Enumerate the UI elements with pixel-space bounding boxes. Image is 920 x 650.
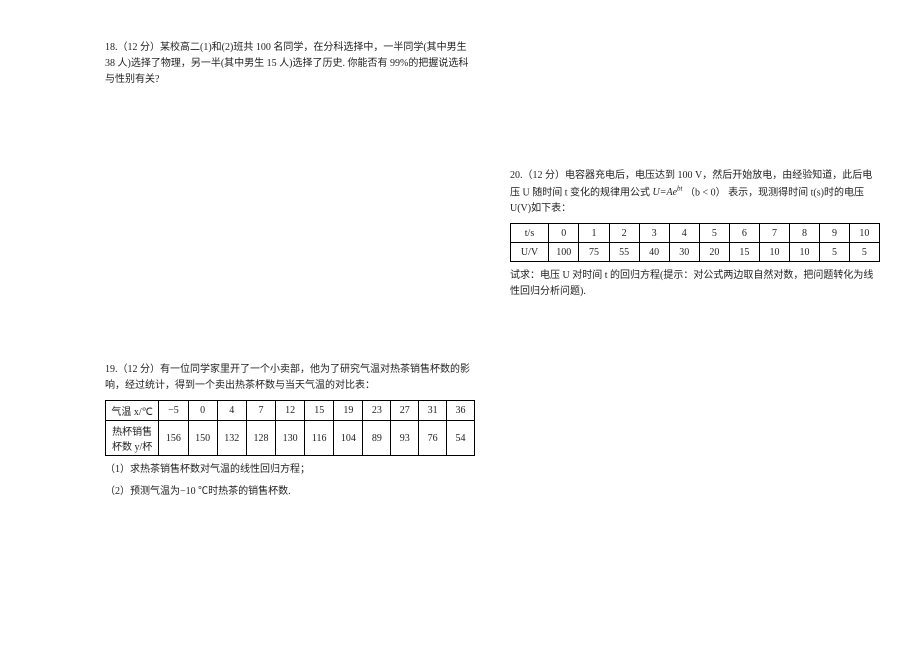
q20-cell: 5 xyxy=(820,243,850,262)
q20-row2-label: U/V xyxy=(511,243,549,262)
q20-cell: 10 xyxy=(849,224,879,243)
q19-cell: 89 xyxy=(363,421,391,456)
q20-cell: 0 xyxy=(549,224,579,243)
question-19: 19.（12 分）有一位同学家里开了一个小卖部，他为了研究气温对热茶销售杯数的影… xyxy=(105,362,475,506)
q20-outro: 试求：电压 U 对时间 t 的回归方程(提示：对公式两边取自然对数，把问题转化为… xyxy=(510,268,880,300)
q19-cell: 36 xyxy=(447,401,475,421)
q20-formula-post: （b < 0） xyxy=(685,187,726,198)
q19-cell: 116 xyxy=(305,421,334,456)
q20-cell: 40 xyxy=(639,243,669,262)
q20-cell: 1 xyxy=(579,224,609,243)
q19-cell: 130 xyxy=(276,421,305,456)
q19-cell: 0 xyxy=(188,401,217,421)
question-18: 18.（12 分）某校高二(1)和(2)班共 100 名同学，在分科选择中，一半… xyxy=(105,40,475,94)
q20-row1-label: t/s xyxy=(511,224,549,243)
q20-cell: 6 xyxy=(729,224,759,243)
q20-formula-pre: U=Ae xyxy=(653,187,678,198)
q20-cell: 15 xyxy=(729,243,759,262)
q19-cell: 150 xyxy=(188,421,217,456)
q20-cell: 30 xyxy=(669,243,699,262)
q20-cell: 3 xyxy=(639,224,669,243)
q19-row2-label: 热杯销售杯数 y/杯 xyxy=(106,421,159,456)
q19-cell: 31 xyxy=(419,401,447,421)
q19-cell: 19 xyxy=(334,401,363,421)
q20-cell: 75 xyxy=(579,243,609,262)
q20-cell: 2 xyxy=(609,224,639,243)
q20-cell: 100 xyxy=(549,243,579,262)
q20-intro: 20.（12 分）电容器充电后，电压达到 100 V，然后开始放电，由经验知道，… xyxy=(510,168,880,217)
q19-cell: 128 xyxy=(246,421,275,456)
q20-cell: 9 xyxy=(820,224,850,243)
q19-cell: 4 xyxy=(217,401,246,421)
q19-sub2: （2）预测气温为−10 ℃时热茶的销售杯数. xyxy=(105,484,475,500)
table-row: t/s 0 1 2 3 4 5 6 7 8 9 10 xyxy=(511,224,880,243)
q20-cell: 8 xyxy=(790,224,820,243)
q20-cell: 10 xyxy=(759,243,789,262)
q19-cell: 27 xyxy=(391,401,419,421)
q20-cell: 10 xyxy=(790,243,820,262)
q19-cell: 23 xyxy=(363,401,391,421)
table-row: U/V 100 75 55 40 30 20 15 10 10 5 5 xyxy=(511,243,880,262)
table-row: 气温 x/℃ −5 0 4 7 12 15 19 23 27 31 36 xyxy=(106,401,475,421)
q19-intro: 19.（12 分）有一位同学家里开了一个小卖部，他为了研究气温对热茶销售杯数的影… xyxy=(105,362,475,394)
q19-cell: 12 xyxy=(276,401,305,421)
q20-formula: U=Aebt xyxy=(653,187,685,198)
table-row: 热杯销售杯数 y/杯 156 150 132 128 130 116 104 8… xyxy=(106,421,475,456)
q20-cell: 20 xyxy=(699,243,729,262)
q19-cell: 104 xyxy=(334,421,363,456)
q19-cell: 93 xyxy=(391,421,419,456)
q19-cell: −5 xyxy=(159,401,188,421)
q19-table: 气温 x/℃ −5 0 4 7 12 15 19 23 27 31 36 热杯销… xyxy=(105,400,475,456)
question-20: 20.（12 分）电容器充电后，电压达到 100 V，然后开始放电，由经验知道，… xyxy=(510,168,880,306)
q20-cell: 5 xyxy=(849,243,879,262)
q20-cell: 7 xyxy=(759,224,789,243)
q19-cell: 7 xyxy=(246,401,275,421)
q19-cell: 132 xyxy=(217,421,246,456)
q20-cell: 55 xyxy=(609,243,639,262)
q20-formula-exp: bt xyxy=(677,185,682,193)
q20-cell: 4 xyxy=(669,224,699,243)
q19-cell: 76 xyxy=(419,421,447,456)
q19-sub1: （1）求热茶销售杯数对气温的线性回归方程； xyxy=(105,462,475,478)
q20-table: t/s 0 1 2 3 4 5 6 7 8 9 10 U/V 100 75 55… xyxy=(510,223,880,262)
q19-cell: 15 xyxy=(305,401,334,421)
q19-row1-label: 气温 x/℃ xyxy=(106,401,159,421)
q19-cell: 54 xyxy=(447,421,475,456)
q18-text: 18.（12 分）某校高二(1)和(2)班共 100 名同学，在分科选择中，一半… xyxy=(105,40,475,88)
q19-cell: 156 xyxy=(159,421,188,456)
q20-cell: 5 xyxy=(699,224,729,243)
